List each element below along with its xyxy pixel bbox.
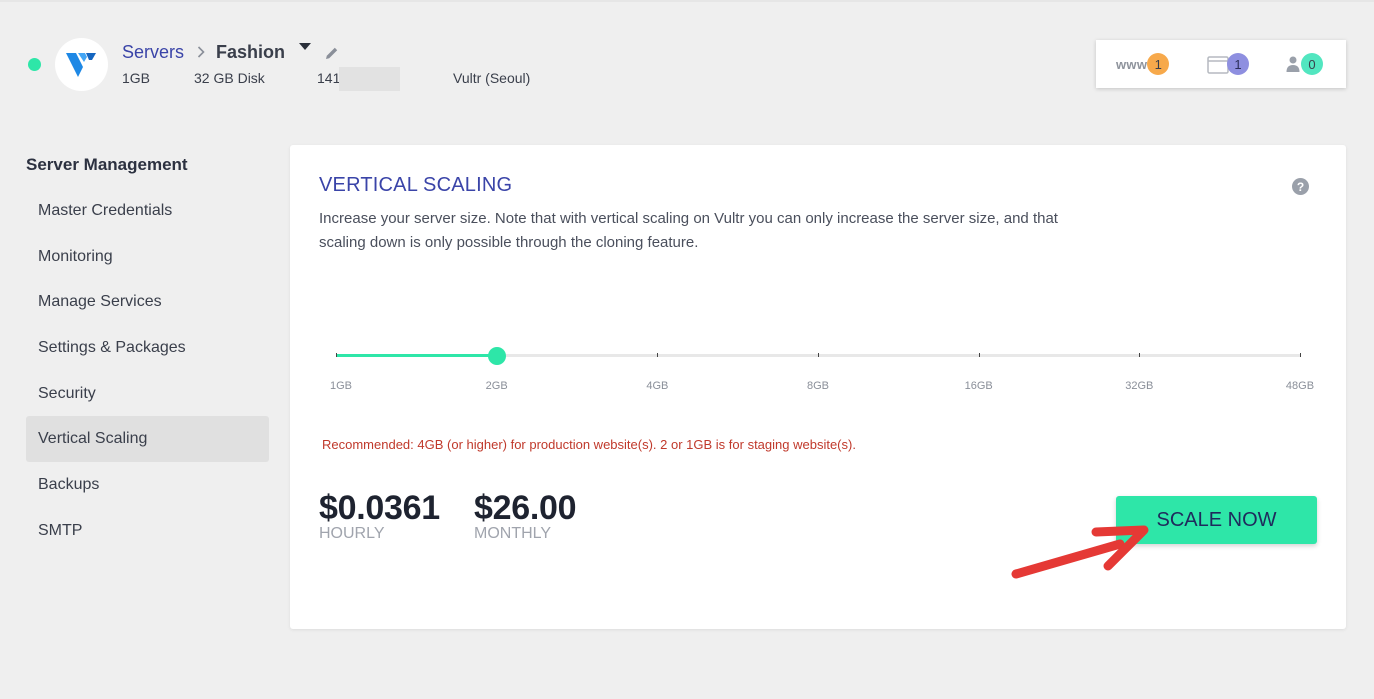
ip-redaction	[339, 67, 400, 91]
user-icon	[1286, 55, 1300, 73]
server-name: Fashion	[216, 41, 286, 62]
description-text: Increase your server size. Note that wit…	[319, 210, 1058, 251]
slider-tick-label[interactable]: 48GB	[1286, 380, 1314, 392]
server-status-indicator	[28, 58, 41, 71]
red-arrow-annotation	[1011, 525, 1149, 579]
sidebar-item-monitoring[interactable]: Monitoring	[26, 234, 269, 280]
users-counter[interactable]: 0	[1286, 53, 1323, 75]
slider-tick-label[interactable]: 4GB	[646, 380, 668, 392]
sidebar-item-master-credentials[interactable]: Master Credentials	[26, 188, 269, 234]
slider-thumb[interactable]	[487, 347, 506, 365]
counters-panel: www 1 1 0	[1096, 40, 1346, 88]
slider-tick-label[interactable]: 1GB	[330, 380, 352, 392]
www-count-badge: 1	[1147, 53, 1170, 75]
recommendation-note: Recommended: 4GB (or higher) for product…	[322, 437, 856, 452]
slider-tick-label[interactable]: 8GB	[807, 380, 829, 392]
www-counter[interactable]: www 1	[1116, 53, 1170, 75]
breadcrumb-servers-link[interactable]: Servers	[122, 42, 184, 63]
slider-tick[interactable]	[818, 353, 819, 357]
slider-tick-label[interactable]: 32GB	[1125, 380, 1153, 392]
users-count-badge: 0	[1301, 53, 1323, 75]
sidebar-item-backups[interactable]: Backups	[26, 462, 269, 508]
help-icon[interactable]: ?	[1292, 178, 1309, 195]
hourly-price-block: $0.0361 HOURLY	[319, 489, 440, 543]
server-ram: 1GB	[122, 70, 151, 86]
server-disk: 32 GB Disk	[194, 70, 265, 86]
server-size-slider[interactable]	[336, 345, 1301, 365]
vertical-scaling-card: VERTICAL SCALING ? Increase your server …	[290, 145, 1346, 629]
top-border	[0, 0, 1374, 2]
slider-tick[interactable]	[1139, 353, 1141, 357]
caret-down-icon[interactable]	[299, 42, 312, 50]
slider-tick[interactable]	[1300, 353, 1301, 357]
sidebar-item-settings-packages[interactable]: Settings & Packages	[26, 325, 269, 371]
monthly-label: MONTHLY	[474, 525, 552, 542]
monthly-price: $26.00	[474, 489, 577, 527]
breadcrumb: Servers Fashion	[122, 40, 339, 64]
vultr-logo	[55, 38, 108, 91]
www-icon: www	[1116, 56, 1148, 72]
slider-fill	[336, 354, 497, 357]
slider-tick-label[interactable]: 16GB	[965, 380, 993, 392]
slider-tick[interactable]	[336, 353, 337, 357]
slider-tick-label[interactable]: 2GB	[486, 380, 508, 392]
sidebar-item-manage-services[interactable]: Manage Services	[26, 279, 269, 325]
pencil-icon[interactable]	[325, 46, 339, 60]
chevron-right-icon	[197, 46, 205, 58]
monthly-price-block: $26.00 MONTHLY	[474, 489, 577, 543]
files-counter[interactable]: 1	[1207, 53, 1249, 75]
sidebar-item-smtp[interactable]: SMTP	[26, 508, 269, 554]
sidebar-item-vertical-scaling[interactable]: Vertical Scaling	[26, 416, 269, 463]
sidebar-title: Server Management	[26, 155, 188, 174]
sidebar-item-security[interactable]: Security	[26, 371, 269, 417]
page-title: VERTICAL SCALING	[319, 174, 513, 196]
files-count-badge: 1	[1227, 53, 1249, 75]
sidebar-nav: Master Credentials Monitoring Manage Ser…	[26, 188, 269, 554]
slider-tick[interactable]	[978, 353, 980, 357]
server-provider: Vultr (Seoul)	[453, 70, 531, 86]
folder-icon	[1207, 54, 1229, 74]
slider-tick[interactable]	[657, 353, 659, 357]
hourly-label: HOURLY	[319, 525, 385, 542]
hourly-price: $0.0361	[319, 489, 440, 527]
